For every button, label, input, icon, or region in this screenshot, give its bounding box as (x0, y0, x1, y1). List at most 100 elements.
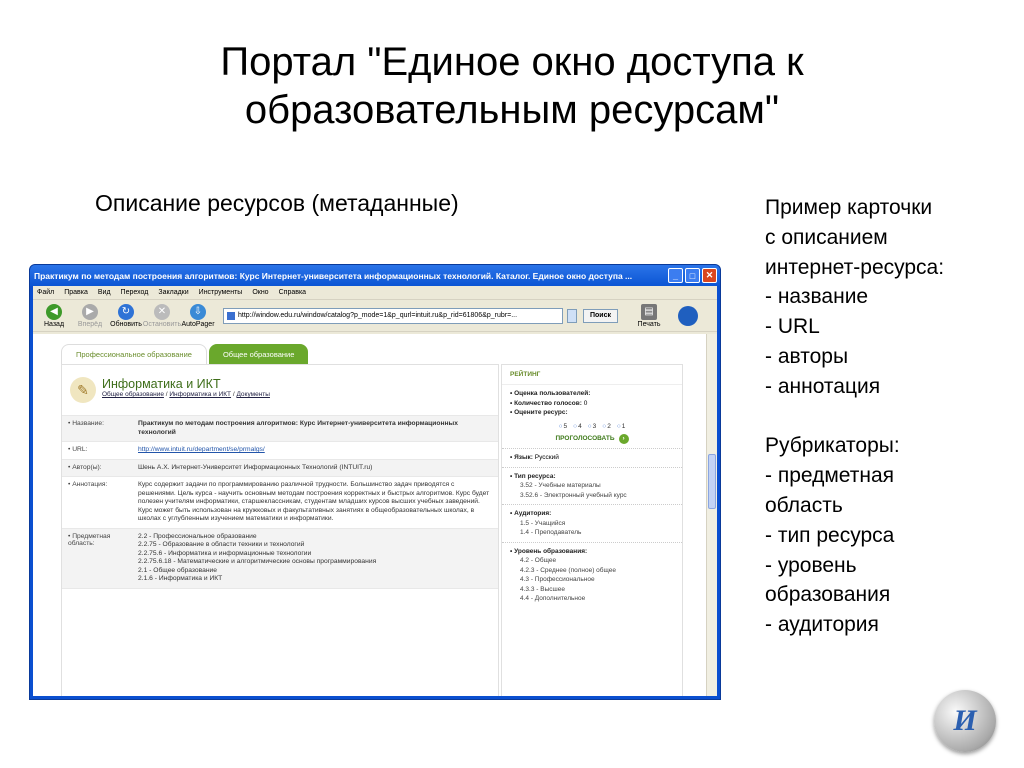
browser-client: Файл Правка Вид Переход Закладки Инструм… (33, 286, 717, 696)
subject-item: 2.2.75.6 - Информатика и информационные … (138, 549, 312, 557)
level-section: • Уровень образования: 4.2 - Общее 4.2.3… (502, 543, 682, 608)
minimize-button[interactable]: _ (668, 268, 683, 283)
meta-row-annotation: • Аннотация: Курс содержит задачи по про… (62, 476, 498, 528)
menu-bar: Файл Правка Вид Переход Закладки Инструм… (33, 286, 717, 300)
web-page: Профессиональное образование Общее образ… (33, 334, 706, 696)
close-button[interactable]: ✕ (702, 268, 717, 283)
printer-icon: ▤ (641, 303, 658, 320)
audience-label: • Аудитория: (510, 510, 552, 517)
forward-button[interactable]: ▶ Вперёд (73, 303, 107, 328)
level-item: 4.2 - Общее (520, 557, 557, 564)
level-item: 4.4 - Дополнительное (520, 595, 586, 602)
rate-label: • Оцените ресурс: (510, 409, 568, 416)
window-title: Практикум по методам построения алгоритм… (34, 270, 633, 281)
browser-logo-icon (678, 305, 699, 326)
author-value: Шень А.Х. Интернет-Университет Информаци… (138, 463, 373, 471)
address-text: http://window.edu.ru/window/catalog?p_mo… (238, 312, 518, 319)
side-note-line: - аудитория (765, 613, 879, 637)
rating-option-3[interactable]: 3 (588, 422, 597, 432)
university-logo: И (934, 690, 996, 752)
side-note-line: - авторы (765, 344, 849, 368)
votes-value: 0 (583, 399, 588, 407)
slide-title: Портал "Единое окно доступа к образовате… (0, 38, 1024, 134)
address-dropdown-button[interactable] (567, 308, 577, 323)
side-note-line (765, 402, 944, 432)
rubric-header: ✎ Информатика и ИКТ Общее образование / … (70, 377, 270, 403)
autopager-button[interactable]: ⇩ AutoPager (181, 303, 215, 328)
breadcrumb-general[interactable]: Общее образование (102, 391, 164, 398)
menu-view[interactable]: Вид (98, 289, 111, 296)
search-button[interactable]: Поиск (583, 308, 619, 323)
forward-arrow-icon: ▶ (82, 303, 98, 320)
autopager-label: AutoPager (181, 320, 215, 328)
type-label: • Тип ресурса: (510, 472, 556, 480)
menu-file[interactable]: Файл (37, 289, 54, 296)
side-notes: Пример карточки с описанием интернет-ресур… (765, 193, 944, 640)
scrollbar-thumb[interactable] (708, 454, 716, 509)
subject-item: 2.2 - Профессиональное образование (138, 532, 257, 540)
subject-values: 2.2 - Профессиональное образование 2.2.7… (132, 529, 498, 588)
rating-option-2[interactable]: 2 (602, 422, 611, 432)
maximize-button[interactable]: □ (685, 268, 700, 283)
annotation-value: Курс содержит задачи по программированию… (138, 481, 490, 522)
forward-label: Вперёд (77, 320, 103, 328)
print-label: Печать (637, 320, 661, 328)
back-button[interactable]: ◀ Назад (37, 303, 71, 328)
audience-section: • Аудитория: 1.5 - Учащийся 1.4 - Препод… (502, 505, 682, 543)
menu-tools[interactable]: Инструменты (199, 289, 243, 296)
refresh-button[interactable]: ↻ Обновить (109, 303, 143, 328)
stop-button[interactable]: ✕ Остановить (143, 303, 181, 328)
back-label: Назад (43, 320, 65, 328)
breadcrumb-informatics[interactable]: Информатика и ИКТ (169, 391, 231, 398)
menu-bookmarks[interactable]: Закладки (158, 289, 188, 296)
stop-icon: ✕ (154, 303, 170, 320)
rubric-icon: ✎ (70, 377, 96, 403)
level-label: • Уровень образования: (510, 547, 588, 555)
metadata-table: • Название: Практикум по методам построе… (62, 415, 498, 589)
menu-help[interactable]: Справка (279, 289, 306, 296)
side-note-line: область (765, 493, 843, 517)
address-bar[interactable]: http://window.edu.ru/window/catalog?p_mo… (223, 307, 563, 324)
meta-row-url: • URL: http://www.intuit.ru/department/s… (62, 441, 498, 459)
side-note-line: - тип ресурса (765, 523, 895, 547)
nav-toolbar: ◀ Назад ▶ Вперёд ↻ Обновить ✕ Остановить… (33, 300, 717, 332)
menu-go[interactable]: Переход (121, 289, 149, 296)
vote-label: ПРОГОЛОСОВАТЬ (555, 435, 615, 442)
audience-item: 1.4 - Преподаватель (520, 529, 582, 536)
side-note-line: - URL (765, 315, 820, 339)
author-label: • Автор(ы): (68, 463, 102, 471)
refresh-icon: ↻ (118, 303, 134, 320)
side-note-line: Рубрикаторы: (765, 434, 900, 458)
arrow-right-icon: › (618, 434, 629, 444)
rating-options: 5 4 3 2 1 (510, 422, 674, 432)
window-titlebar[interactable]: Практикум по методам построения алгоритм… (30, 265, 720, 286)
breadcrumb-documents[interactable]: Документы (236, 391, 270, 398)
rating-option-4[interactable]: 4 (573, 422, 582, 432)
rating-option-5[interactable]: 5 (559, 422, 568, 432)
side-note-line: интернет-ресурса: (765, 255, 945, 279)
audience-item: 1.5 - Учащийся (520, 519, 566, 527)
name-label: • Название: (68, 420, 104, 427)
user-rating-label: • Оценка пользователей: (510, 390, 591, 397)
meta-row-name: • Название: Практикум по методам построе… (62, 415, 498, 441)
rating-header: РЕЙТИНГ (502, 365, 682, 385)
subject-item: 2.2.75.6.18 - Математические и алгоритми… (138, 558, 377, 565)
vertical-scrollbar[interactable] (706, 334, 717, 696)
menu-edit[interactable]: Правка (64, 289, 88, 296)
url-link[interactable]: http://www.intuit.ru/department/se/prmal… (132, 442, 498, 459)
resource-card: ✎ Информатика и ИКТ Общее образование / … (61, 364, 499, 696)
tab-professional[interactable]: Профессиональное образование (61, 344, 207, 364)
vote-button[interactable]: ПРОГОЛОСОВАТЬ › (510, 434, 674, 444)
back-arrow-icon: ◀ (46, 303, 62, 320)
tab-general[interactable]: Общее образование (208, 344, 309, 364)
votes-label: • Количество голосов: (510, 399, 582, 407)
rating-section: • Оценка пользователей: • Количество гол… (502, 385, 682, 449)
print-button[interactable]: ▤ Печать (632, 303, 666, 328)
rating-option-1[interactable]: 1 (617, 422, 626, 432)
subject-label: • Предметная область: (68, 532, 111, 547)
language-value: Русский (534, 454, 559, 461)
type-item: 3.52 - Учебные материалы (520, 482, 601, 489)
menu-window[interactable]: Окно (252, 289, 268, 296)
slide: Портал "Единое окно доступа к образовате… (0, 0, 1024, 768)
subject-item: 2.1 - Общее образование (138, 566, 217, 574)
